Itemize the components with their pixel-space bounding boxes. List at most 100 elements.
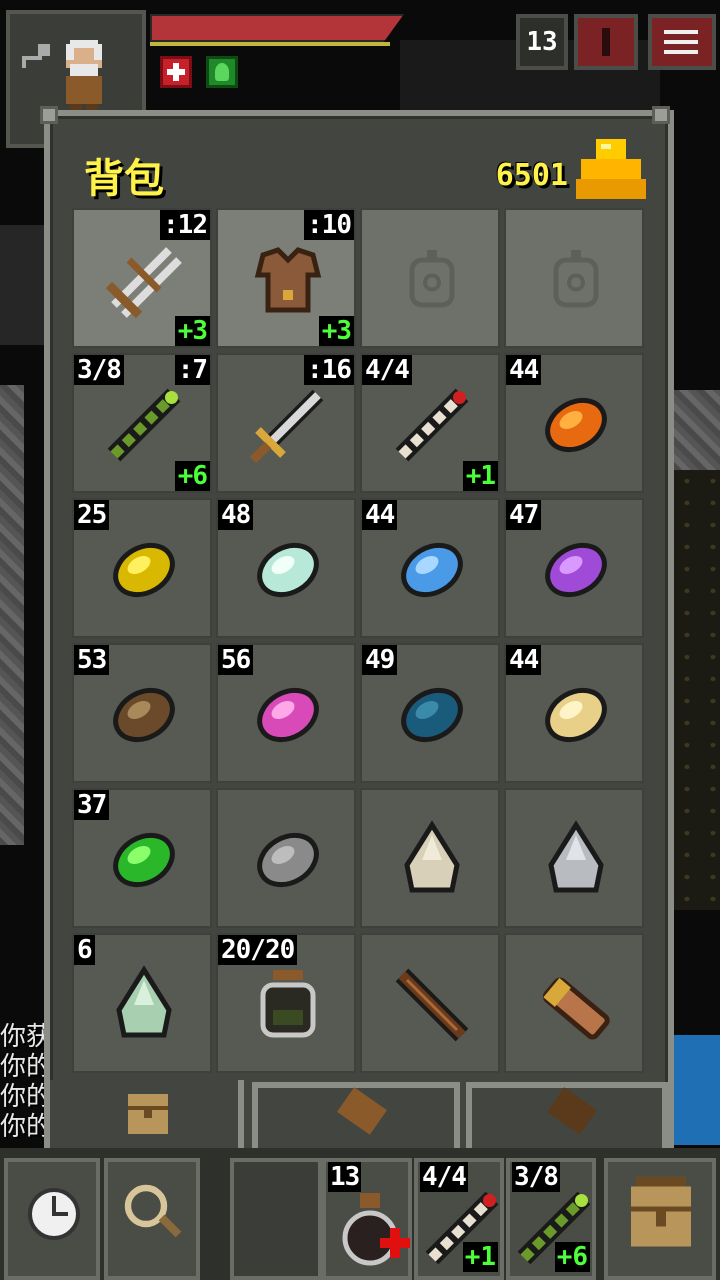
slot-quantity: 6 [74,935,95,965]
wait-button[interactable] [4,1158,100,1280]
slot-quantity: 44 [506,355,542,385]
inventory-slot-seed-orange[interactable]: 44 [504,353,644,493]
inventory-slot-wand-striped[interactable]: 4/4 +1 [360,353,500,493]
window-corner [652,106,670,124]
inventory-slot-seed-mint[interactable]: 48 [216,498,356,638]
healing-buff-icon [160,56,192,88]
runestone-green-icon [104,965,184,1045]
dungeon-water-right [674,1035,720,1145]
wand-striped-icon [392,385,472,465]
slot-level: :16 [304,355,354,385]
staff-icon [392,965,472,1045]
inventory-slot-empty-artifact-slot[interactable] [504,208,644,348]
empty-artifact-slot-icon [536,240,616,320]
herb-buff-icon [206,56,238,88]
seed-purple-icon [536,530,616,610]
search-button[interactable] [104,1158,200,1280]
crossbow-icon [104,240,184,320]
inventory-slot-dew-vial[interactable]: 20/20 [216,933,356,1073]
inventory-slot-runestone-beige[interactable] [360,788,500,928]
quickslot-3[interactable]: 3/8 +6 [506,1158,596,1280]
menu-button[interactable] [648,14,716,70]
inventory-slot-seed-blue[interactable]: 44 [360,498,500,638]
backpack-icon [128,1094,168,1134]
leather-armor-icon [248,240,328,320]
quiver-icon [337,1087,387,1135]
inventory-slot-leather-armor[interactable]: :10 +3 [216,208,356,348]
inventory-slot-staff-dark[interactable] [360,933,500,1073]
seed-teal-icon [392,675,472,755]
inventory-slot-seed-yellow[interactable]: 25 [72,498,212,638]
slot-quantity: 37 [74,790,110,820]
backpack-icon [631,1176,691,1247]
slot-quantity: 4/4 [362,355,412,385]
menu-icon [664,30,698,54]
dungeon-wall-right [674,390,720,470]
inventory-slot-seed-green[interactable]: 37 [72,788,212,928]
slot-quantity: 25 [74,500,110,530]
seed-mint-icon [248,530,328,610]
clock-icon [28,1188,80,1240]
inventory-slot-seed-cream[interactable]: 44 [504,643,644,783]
inventory-slot-seed-pink[interactable]: 56 [216,643,356,783]
key-icon [22,44,50,68]
journal-button[interactable] [574,14,638,70]
inventory-button[interactable] [604,1158,716,1280]
seed-green-icon [104,820,184,900]
slot-quantity: 56 [218,645,254,675]
quickslot-2[interactable]: 4/4 +1 [414,1158,504,1280]
quickslot-quantity: 4/4 [420,1162,468,1192]
seed-yellow-icon [104,530,184,610]
log-line: 你的 [0,1112,44,1142]
inventory-slot-runestone-green[interactable]: 6 [72,933,212,1073]
slot-quantity: 44 [506,645,542,675]
inventory-grid: :12 +3:10 +3 3/8:7 +6:16 4/4 +1 44 25 48 44 47 53 56 4… [72,208,648,1078]
quickslot-upgrade: +1 [462,1242,498,1272]
runestone-silver-icon [536,820,616,900]
slot-level: :12 [160,210,210,240]
slot-quantity: 49 [362,645,398,675]
sword-icon [248,385,328,465]
gold-pile-icon [576,139,646,199]
dungeon-wall-left [0,385,24,845]
slot-quantity: 3/8 [74,355,124,385]
runestone-beige-icon [392,820,472,900]
scroll-holder-icon [536,965,616,1045]
slot-quantity: 47 [506,500,542,530]
inventory-slot-stone-gray[interactable] [216,788,356,928]
seed-blue-icon [392,530,472,610]
inventory-title: 背包 [84,156,164,202]
slot-quantity: 53 [74,645,110,675]
healing-potion-icon [330,1188,410,1268]
slot-quantity: 20/20 [218,935,298,965]
inventory-slot-empty-ring-slot[interactable] [360,208,500,348]
inventory-slot-wand-green[interactable]: 3/8:7 +6 [72,353,212,493]
wand-holster-icon [547,1087,597,1135]
inventory-slot-seed-purple[interactable]: 47 [504,498,644,638]
seed-brown-icon [104,675,184,755]
window-corner [40,106,58,124]
inventory-window: 背包 6501 :12 +3:10 +3 3/8:7 +6:16 4/4 +1 44 25 48 4… [44,110,674,1170]
experience-bar [150,42,390,46]
quickslot-1[interactable]: 13 [322,1158,412,1280]
quickslot-empty[interactable] [230,1158,322,1280]
inventory-slot-crossbow[interactable]: :12 +3 [72,208,212,348]
inventory-slot-seed-brown[interactable]: 53 [72,643,212,783]
search-icon [124,1184,182,1238]
inventory-slot-runestone-silver[interactable] [504,788,644,928]
inventory-slot-scroll-holder[interactable] [504,933,644,1073]
inventory-slot-shortsword[interactable]: :16 [216,353,356,493]
slot-level: :10 [304,210,354,240]
journal-icon [602,28,610,56]
dungeon-floor-left [0,225,44,345]
seed-pink-icon [248,675,328,755]
quickslot-quantity: 3/8 [512,1162,560,1192]
hero-avatar [66,40,102,120]
dungeon-grass-right [674,470,720,910]
slot-upgrade: +1 [462,461,498,491]
inventory-slot-seed-teal[interactable]: 49 [360,643,500,783]
empty-ring-slot-icon [392,240,472,320]
gold-amount: 6501 [495,158,568,193]
dew-vial-icon [248,965,328,1045]
slot-level: :7 [174,355,210,385]
